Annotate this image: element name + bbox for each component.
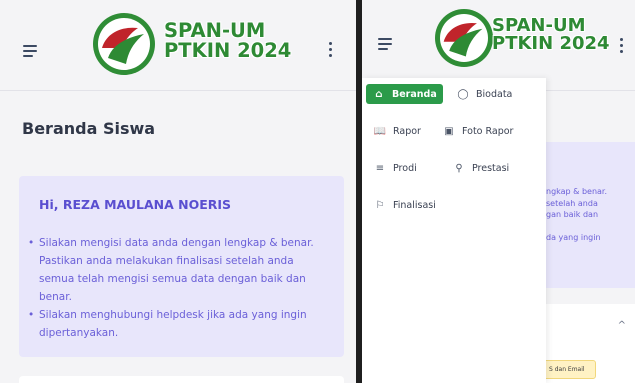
home-icon: ⌂ — [375, 88, 383, 100]
info-item: Silakan menghubungi helpdesk jika ada ya… — [27, 306, 332, 342]
page-title: Beranda Siswa — [22, 119, 156, 138]
nav-item-finalisasi[interactable]: ⚐ Finalisasi — [373, 195, 436, 215]
vertical-dots-icon[interactable] — [620, 38, 624, 54]
nav-item-beranda[interactable]: ⌂ Beranda — [366, 84, 443, 104]
logo-emblem — [93, 13, 155, 75]
logo-emblem — [435, 9, 493, 67]
logo-text: SPAN-UM PTKIN 2024 — [492, 16, 610, 55]
info-card-text: ngkap & benar. setelah anda gan baik dan… — [546, 187, 608, 242]
warning-badge: S dan Email — [542, 360, 596, 379]
award-icon: ⚲ — [455, 162, 463, 174]
logo-line-2: PTKIN 2024 — [492, 33, 610, 55]
right-screen: SPAN-UM PTKIN 2024 ngkap & benar. setela… — [362, 0, 635, 383]
logo-line-2: PTKIN 2024 — [164, 38, 292, 62]
info-card-partial: ngkap & benar. setelah anda gan baik dan… — [542, 142, 635, 288]
hamburger-icon[interactable] — [378, 38, 392, 50]
nav-item-biodata[interactable]: ◯ Biodata — [456, 84, 512, 104]
nav-menu: ⌂ Beranda ◯ Biodata 📖 Rapor ▣ Foto Rapor… — [362, 78, 546, 383]
logo-line-1: SPAN-UM — [164, 19, 266, 42]
accordion-card[interactable]: ^ S dan Email — [542, 304, 635, 383]
info-card: Hi, REZA MAULANA NOERIS Silakan mengisi … — [19, 176, 344, 357]
user-icon: ◯ — [457, 88, 469, 100]
vertical-dots-icon[interactable] — [329, 42, 333, 58]
list-icon: ≡ — [375, 162, 385, 174]
greeting-text: Hi, REZA MAULANA NOERIS — [39, 197, 232, 212]
top-header: SPAN-UM PTKIN 2024 — [0, 0, 356, 91]
nav-item-label: Biodata — [476, 88, 513, 100]
nav-item-label: Prodi — [393, 162, 417, 174]
nav-item-label: Finalisasi — [393, 199, 436, 211]
nav-item-label: Beranda — [392, 88, 437, 100]
info-item: Silakan mengisi data anda dengan lengkap… — [27, 234, 332, 306]
nav-item-rapor[interactable]: 📖 Rapor — [373, 121, 421, 141]
nav-item-prestasi[interactable]: ⚲ Prestasi — [452, 158, 509, 178]
info-list: Silakan mengisi data anda dengan lengkap… — [27, 234, 332, 342]
logo-text: SPAN-UM PTKIN 2024 — [164, 21, 291, 61]
chevron-up-icon[interactable]: ^ — [618, 320, 626, 331]
nav-item-foto-rapor[interactable]: ▣ Foto Rapor — [442, 121, 513, 141]
hamburger-icon[interactable] — [23, 45, 37, 57]
left-screen: SPAN-UM PTKIN 2024 Beranda Siswa Hi, REZ… — [0, 0, 356, 383]
camera-icon: ▣ — [444, 125, 454, 137]
book-icon: 📖 — [373, 125, 387, 137]
nav-item-label: Prestasi — [472, 162, 510, 174]
next-card — [19, 376, 344, 383]
nav-item-label: Foto Rapor — [462, 125, 514, 137]
nav-item-label: Rapor — [393, 125, 421, 137]
flag-icon: ⚐ — [375, 199, 385, 211]
nav-item-prodi[interactable]: ≡ Prodi — [373, 158, 417, 178]
